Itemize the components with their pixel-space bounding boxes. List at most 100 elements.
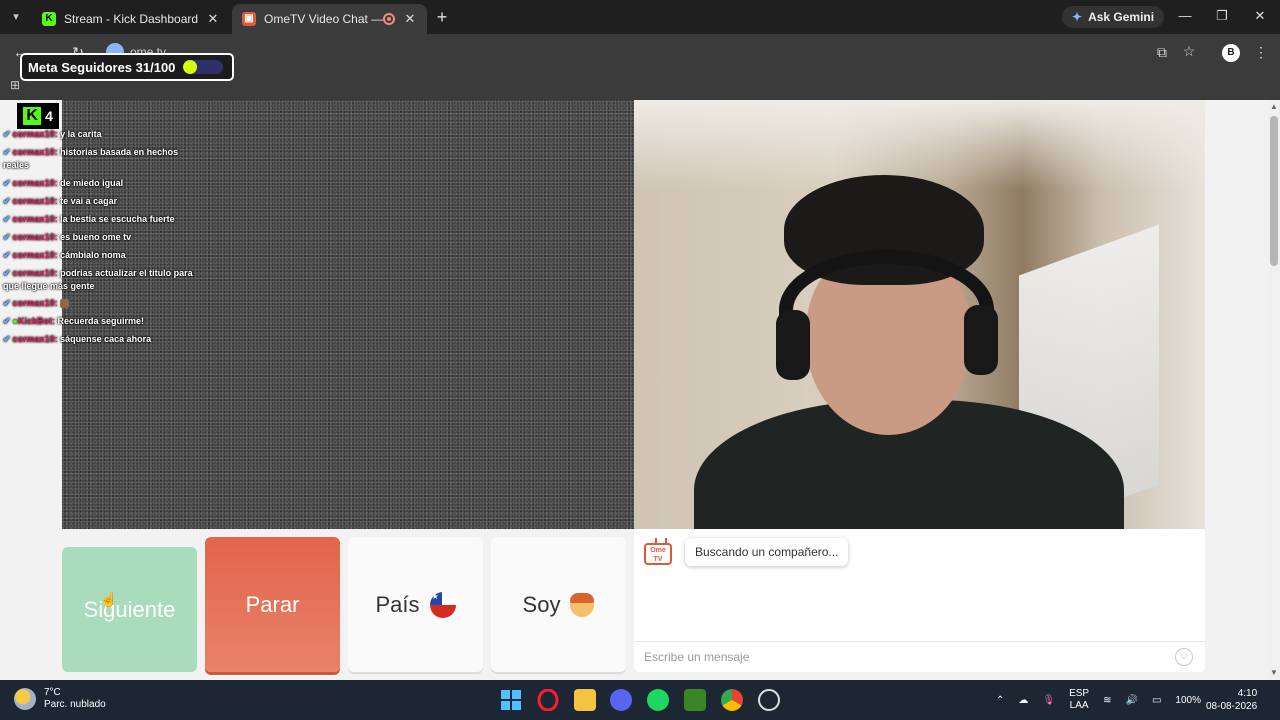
keyboard-layout: LAA (1069, 700, 1089, 711)
scroll-down-icon[interactable]: ▼ (1270, 668, 1278, 677)
chat-username: cormax10: (12, 334, 58, 344)
menu-dots-icon[interactable]: ⋮ (1251, 44, 1271, 61)
headset (779, 250, 994, 370)
chat-username: cormax10: (12, 232, 58, 242)
system-tray: ⌃ ☁ 🎙 ESP LAA ≋ 🔊 ▭ 100% (996, 688, 1201, 712)
chat-message: ✔ cormax10: podrias actualizar el titulo … (3, 267, 193, 293)
gender-select-button[interactable]: Soy (491, 537, 626, 672)
bookmark-star-icon[interactable]: ☆ (1179, 43, 1199, 60)
clock-date: 08-08-2026 (1206, 701, 1258, 712)
chat-username: cormax10: (12, 129, 58, 139)
verified-badge-icon: ✔ (3, 147, 11, 157)
tab-ometv[interactable]: ▣ OmeTV Video Chat — Ome ✕ (232, 4, 427, 34)
chat-emote-icon (60, 299, 70, 309)
discord-icon[interactable] (610, 689, 632, 711)
spotify-icon[interactable] (647, 689, 669, 711)
chrome-icon[interactable] (721, 689, 743, 711)
show-hidden-icons-icon[interactable]: ⌃ (996, 695, 1004, 706)
ask-gemini-button[interactable]: ✦ Ask Gemini (1062, 6, 1165, 28)
microphone-icon[interactable]: 🎙 (1042, 695, 1055, 706)
tab-kick-dashboard[interactable]: K Stream - Kick Dashboard ✕ (32, 4, 230, 34)
chat-username: cormax10: (12, 178, 58, 188)
minecraft-icon[interactable] (684, 689, 706, 711)
ometv-favicon-icon: ▣ (242, 12, 256, 26)
maximize-icon[interactable]: ❐ (1212, 8, 1232, 24)
chat-username: cormax10: (12, 250, 58, 260)
tab-search-chevron-icon[interactable]: ▾ (6, 7, 26, 27)
chat-text: historias basada en hechos (60, 147, 179, 157)
cast-icon[interactable]: ⧉ (1152, 44, 1172, 61)
windows-taskbar: 7°C Parc. nublado ⌃ ☁ 🎙 ESP LAA ≋ 🔊 ▭ 10… (0, 680, 1280, 720)
minimize-icon[interactable]: — (1175, 8, 1195, 23)
gender-label: Soy (522, 591, 561, 617)
country-filter-button[interactable]: País (348, 537, 483, 672)
chat-text: te vai a cagar (60, 196, 118, 206)
chat-message: ✔ cormax10: y la carita (3, 128, 102, 141)
stop-label: Parar (245, 591, 300, 617)
browser-tab-bar: ▾ K Stream - Kick Dashboard ✕ ▣ OmeTV Vi… (0, 0, 1280, 34)
chat-username: cormax10: (12, 147, 58, 157)
chat-username: KickBot: (17, 316, 55, 326)
chat-username: cormax10: (12, 214, 58, 224)
next-label: Siguiente (83, 596, 176, 622)
chat-text: es bueno ome tv (60, 232, 132, 242)
chat-message: ✔ cormax10: es bueno ome tv (3, 231, 131, 244)
message-input[interactable] (634, 641, 1205, 672)
chat-username: cormax10: (12, 298, 58, 308)
profile-avatar[interactable]: B (1222, 44, 1240, 62)
stream-chat-overlay: K 4 ✔ cormax10: y la carita ✔ cormax10: hi… (0, 100, 230, 350)
gemini-sparkle-icon: ✦ (1072, 10, 1083, 24)
tab-title: Stream - Kick Dashboard (64, 12, 199, 26)
verified-badge-icon: ✔ (3, 129, 11, 139)
partly-cloudy-icon (14, 688, 36, 710)
apps-grid-icon[interactable]: ⊞ (10, 78, 20, 92)
ometv-logo-icon: Ome TV (644, 543, 672, 565)
scroll-up-icon[interactable]: ▲ (1270, 102, 1278, 111)
chat-text-continued: que llegue más gente (3, 281, 95, 291)
close-tab-icon[interactable]: ✕ (206, 11, 220, 27)
country-label: País (375, 591, 420, 617)
chat-message: ✔ cormax10: de miedo igual (3, 177, 123, 190)
file-explorer-icon[interactable] (574, 689, 596, 711)
new-tab-icon[interactable]: + (432, 7, 452, 27)
volume-icon[interactable]: 🔊 (1126, 695, 1138, 706)
next-button[interactable]: Siguiente (62, 547, 197, 672)
wifi-icon[interactable]: ≋ (1103, 695, 1111, 706)
gemini-label: Ask Gemini (1088, 10, 1155, 24)
goal-label: Meta Seguidores 31/100 (28, 59, 176, 75)
mouse-pointer-icon: ☝ (100, 591, 118, 607)
chat-message: ✔ cormax10: te vai a cagar (3, 195, 117, 208)
clock-time: 4:10 (1237, 688, 1258, 699)
system-clock[interactable]: 4:10 08-08-2026 (1206, 687, 1258, 713)
headset-earcup-left (776, 310, 810, 380)
battery-percent: 100% (1175, 694, 1201, 706)
onedrive-icon[interactable]: ☁ (1018, 695, 1028, 706)
status-message: Buscando un compañero... (685, 538, 849, 566)
verified-badge-icon: ✔ (3, 232, 11, 242)
language-code: ESP (1069, 688, 1090, 699)
stop-button[interactable]: Parar (205, 537, 340, 672)
chat-text: sáquense caca ahora (60, 334, 152, 344)
obs-icon[interactable] (758, 689, 780, 711)
self-camera-video (634, 100, 1205, 529)
close-tab-icon[interactable]: ✕ (403, 11, 417, 27)
page-scrollbar[interactable]: ▲ ▼ (1268, 100, 1280, 680)
chat-text: cámbialo noma (60, 250, 126, 260)
emoji-icon[interactable]: ☺ (1175, 648, 1193, 666)
kick-favicon-icon: K (42, 12, 56, 26)
chat-message: ✔ cormax10: sáquense caca ahora (3, 333, 151, 346)
close-window-icon[interactable]: ✕ (1250, 8, 1270, 24)
chat-message: ✔ cormax10: la bestia se escucha fuerte (3, 213, 175, 226)
chat-text: la bestia se escucha fuerte (60, 214, 175, 224)
kick-viewer-badge: K 4 (17, 103, 59, 129)
chat-text: de miedo igual (60, 178, 124, 188)
battery-icon[interactable]: ▭ (1152, 695, 1161, 706)
scrollbar-thumb[interactable] (1270, 116, 1278, 266)
weather-widget[interactable]: 7°C Parc. nublado (14, 687, 106, 711)
chat-message: ✔ cormax10: (3, 297, 70, 310)
viewer-count: 4 (45, 108, 53, 124)
start-menu-icon[interactable] (500, 689, 522, 711)
goal-progress-fill (183, 60, 198, 74)
opera-icon[interactable] (537, 688, 559, 712)
language-indicator[interactable]: ESP LAA (1069, 688, 1089, 712)
